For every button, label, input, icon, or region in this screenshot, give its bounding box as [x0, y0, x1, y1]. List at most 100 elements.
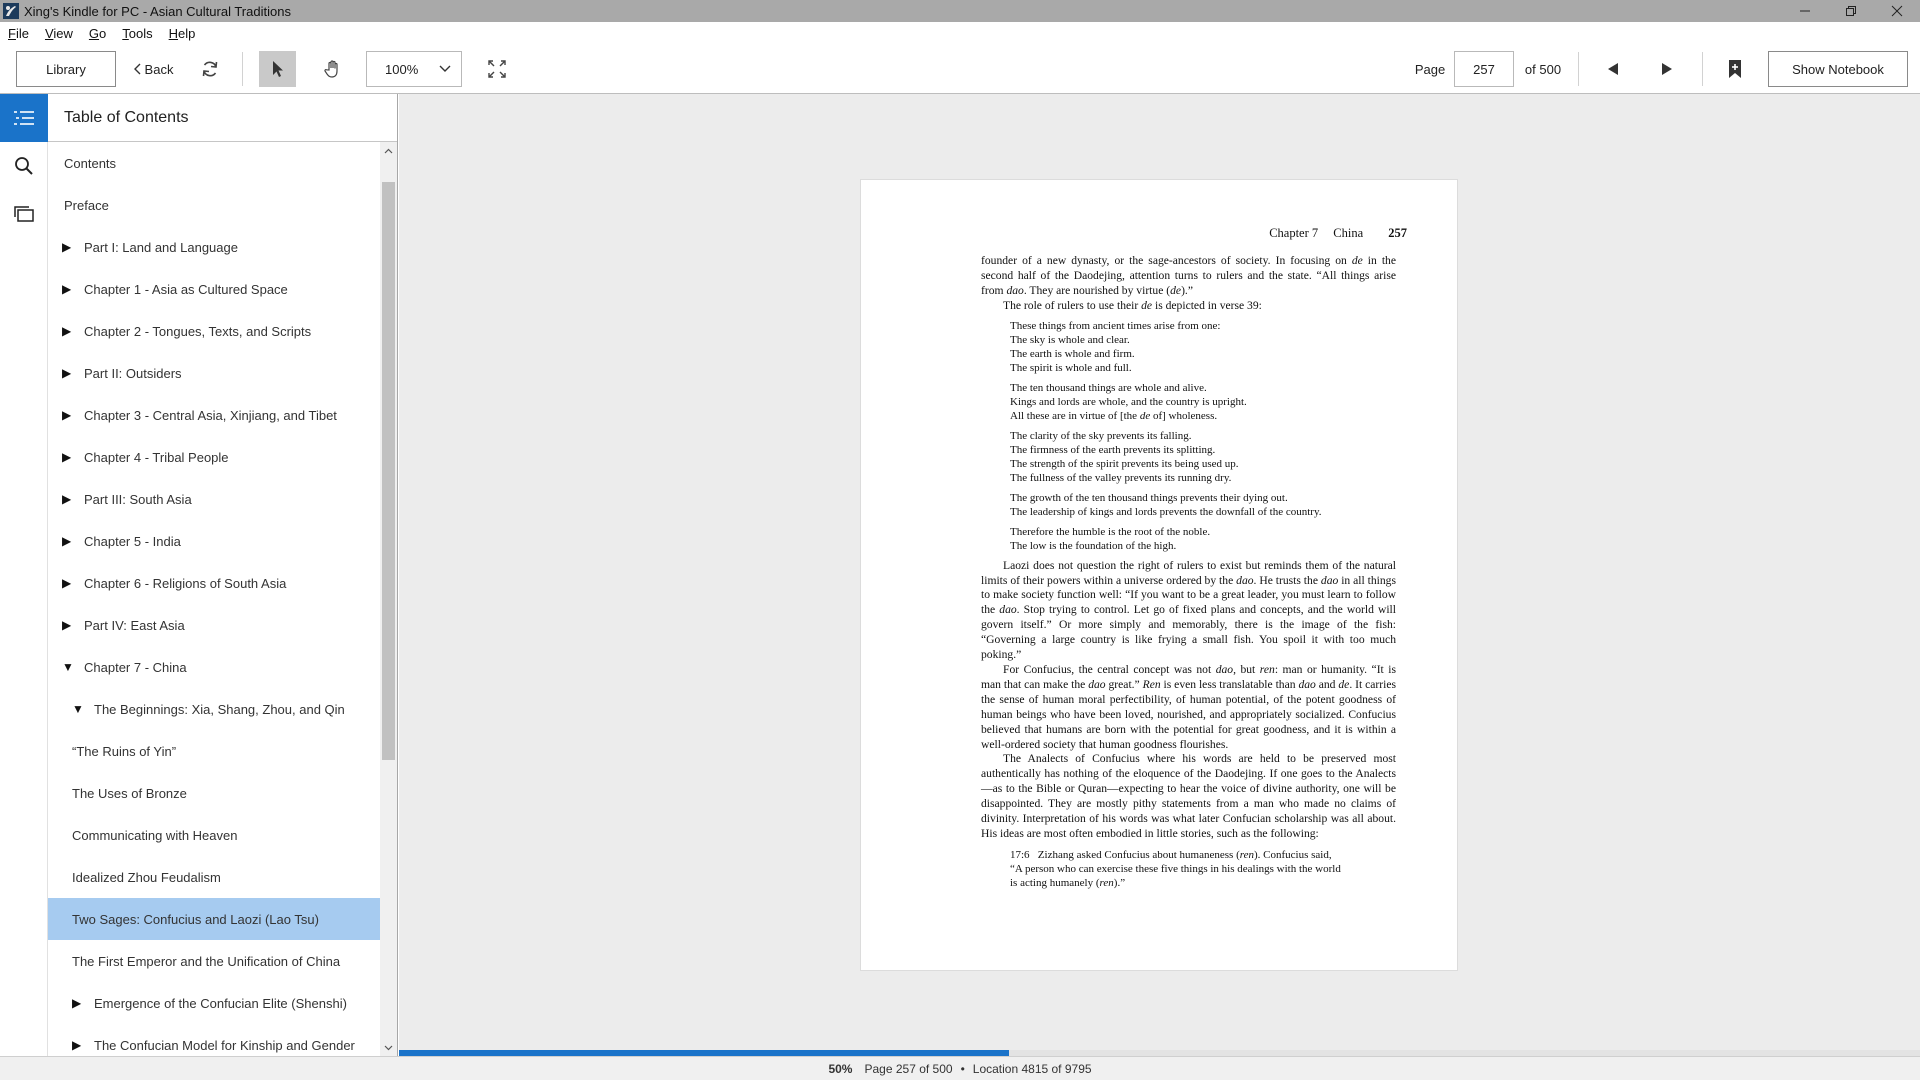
- scroll-down-button[interactable]: [380, 1039, 397, 1056]
- paragraph: The Analects of Confucius where his word…: [981, 752, 1396, 840]
- toc-item[interactable]: Preface: [48, 184, 380, 226]
- zoom-value: 100%: [385, 61, 419, 77]
- window-controls: [1782, 0, 1920, 22]
- restore-icon: [1846, 6, 1856, 16]
- toolbar-divider: [1702, 52, 1703, 86]
- toc-item[interactable]: Two Sages: Confucius and Laozi (Lao Tsu): [48, 898, 380, 940]
- search-icon: [15, 157, 33, 175]
- toc-item-label: Chapter 4 - Tribal People: [84, 449, 229, 465]
- paragraph: For Confucius, the central concept was n…: [981, 662, 1396, 751]
- add-bookmark-button[interactable]: [1722, 51, 1748, 87]
- toc-item-label: Chapter 2 - Tongues, Texts, and Scripts: [84, 323, 312, 339]
- zoom-select[interactable]: 100%: [366, 51, 462, 87]
- toc-item-label: Part I: Land and Language: [84, 239, 238, 255]
- collapsed-triangle-icon[interactable]: ▶: [72, 996, 84, 1010]
- toc-item[interactable]: ▼ Chapter 7 - China: [48, 646, 380, 688]
- toc-item[interactable]: Contents: [48, 142, 380, 184]
- search-button[interactable]: [0, 142, 48, 190]
- collapsed-triangle-icon[interactable]: ▶: [62, 576, 74, 590]
- menu-tools[interactable]: Tools: [122, 26, 152, 41]
- toc-item-label: Part IV: East Asia: [84, 617, 185, 633]
- toc-item[interactable]: ▼ The Beginnings: Xia, Shang, Zhou, and Q…: [48, 688, 380, 730]
- show-notebook-button[interactable]: Show Notebook: [1768, 51, 1908, 87]
- status-bar: 50% Page 257 of 500 • Location 4815 of 9…: [0, 1056, 1920, 1080]
- collapsed-triangle-icon[interactable]: ▶: [62, 534, 74, 548]
- toc-item[interactable]: ▶ Part III: South Asia: [48, 478, 380, 520]
- toc-item[interactable]: The First Emperor and the Unification of…: [48, 940, 380, 982]
- menu-help[interactable]: Help: [169, 26, 196, 41]
- triangle-left-icon: [1608, 63, 1618, 75]
- status-page: Page 257 of 500: [864, 1061, 953, 1076]
- expanded-triangle-icon[interactable]: ▼: [62, 660, 74, 674]
- toc-item[interactable]: ▶ Chapter 4 - Tribal People: [48, 436, 380, 478]
- collapsed-triangle-icon[interactable]: ▶: [62, 282, 74, 296]
- toc-item[interactable]: ▶ The Confucian Model for Kinship and Gen…: [48, 1024, 380, 1056]
- library-button[interactable]: Library: [16, 51, 116, 87]
- collapsed-triangle-icon[interactable]: ▶: [62, 492, 74, 506]
- collapsed-triangle-icon[interactable]: ▶: [62, 366, 74, 380]
- toc-item-label: Chapter 5 - India: [84, 533, 181, 549]
- toc-item-label: Part III: South Asia: [84, 491, 192, 507]
- flashcards-button[interactable]: [0, 190, 48, 238]
- back-label: Back: [144, 61, 174, 77]
- toc-item-label: The Uses of Bronze: [72, 785, 187, 801]
- chevron-down-icon: [384, 1045, 393, 1050]
- collapsed-triangle-icon[interactable]: ▶: [62, 240, 74, 254]
- status-separator: •: [960, 1061, 965, 1076]
- menu-file[interactable]: File: [8, 26, 29, 41]
- toc-item[interactable]: ▶ Chapter 6 - Religions of South Asia: [48, 562, 380, 604]
- toc-title: Table of Contents: [48, 94, 397, 142]
- collapsed-triangle-icon[interactable]: ▶: [62, 450, 74, 464]
- toc-scrollbar[interactable]: [380, 142, 397, 1056]
- pan-tool-button[interactable]: [318, 51, 348, 87]
- toc-item-label: Preface: [64, 197, 109, 213]
- toc-item[interactable]: The Uses of Bronze: [48, 772, 380, 814]
- toc-item[interactable]: ▶ Chapter 5 - India: [48, 520, 380, 562]
- paragraph: The role of rulers to use their de is de…: [1003, 298, 1262, 312]
- minimize-icon: [1800, 10, 1810, 12]
- sync-button[interactable]: [196, 51, 224, 87]
- toc-item[interactable]: ▶ Part I: Land and Language: [48, 226, 380, 268]
- toc-toggle-button[interactable]: [0, 94, 48, 142]
- toolbar-divider: [1578, 52, 1579, 86]
- toc-item[interactable]: ▶ Chapter 3 - Central Asia, Xinjiang, and…: [48, 394, 380, 436]
- scroll-thumb[interactable]: [382, 182, 395, 760]
- toc-item[interactable]: Idealized Zhou Feudalism: [48, 856, 380, 898]
- menu-view[interactable]: View: [45, 26, 73, 41]
- toc-item[interactable]: “The Ruins of Yin”: [48, 730, 380, 772]
- toc-item[interactable]: Communicating with Heaven: [48, 814, 380, 856]
- collapsed-triangle-icon[interactable]: ▶: [62, 324, 74, 338]
- collapsed-triangle-icon[interactable]: ▶: [72, 1038, 84, 1052]
- page-number-input[interactable]: 257: [1454, 51, 1514, 87]
- back-button[interactable]: Back: [128, 51, 178, 87]
- toc-item[interactable]: ▶ Part IV: East Asia: [48, 604, 380, 646]
- next-page-button[interactable]: [1654, 51, 1680, 87]
- collapsed-triangle-icon[interactable]: ▶: [62, 408, 74, 422]
- collapsed-triangle-icon[interactable]: ▶: [62, 618, 74, 632]
- toc-item-label: Part II: Outsiders: [84, 365, 182, 381]
- chevron-down-icon: [439, 65, 451, 72]
- toc-item[interactable]: ▶ Chapter 1 - Asia as Cultured Space: [48, 268, 380, 310]
- toc-item[interactable]: ▶ Part II: Outsiders: [48, 352, 380, 394]
- previous-page-button[interactable]: [1600, 51, 1626, 87]
- flashcards-icon: [14, 206, 34, 222]
- toc-item[interactable]: ▶ Emergence of the Confucian Elite (Shens…: [48, 982, 380, 1024]
- hand-icon: [324, 60, 338, 78]
- close-icon: [1891, 5, 1903, 17]
- toc-item-label: Two Sages: Confucius and Laozi (Lao Tsu): [72, 911, 319, 927]
- minimize-button[interactable]: [1782, 0, 1828, 22]
- triangle-right-icon: [1662, 63, 1672, 75]
- toc-item[interactable]: ▶ Chapter 2 - Tongues, Texts, and Scripts: [48, 310, 380, 352]
- bookmark-add-icon: [1729, 60, 1741, 78]
- restore-button[interactable]: [1828, 0, 1874, 22]
- page-body-text[interactable]: founder of a new dynasty, or the sage-an…: [981, 254, 1396, 890]
- close-button[interactable]: [1874, 0, 1920, 22]
- menu-go[interactable]: Go: [89, 26, 106, 41]
- scroll-up-button[interactable]: [380, 142, 397, 159]
- fullscreen-button[interactable]: [484, 51, 510, 87]
- expanded-triangle-icon[interactable]: ▼: [72, 702, 84, 716]
- reading-area[interactable]: Chapter 7 China 257 founder of a new dyn…: [399, 94, 1920, 1056]
- window-title: Xing's Kindle for PC - Asian Cultural Tr…: [24, 3, 291, 19]
- select-tool-button[interactable]: [259, 51, 296, 87]
- cursor-arrow-icon: [272, 61, 283, 77]
